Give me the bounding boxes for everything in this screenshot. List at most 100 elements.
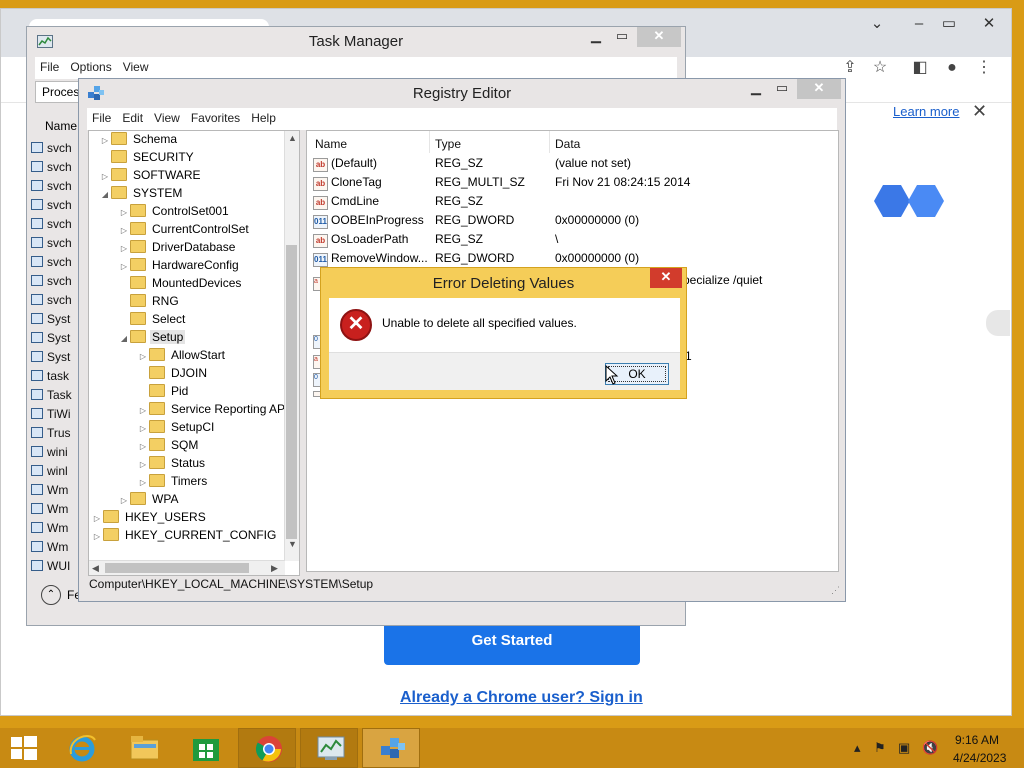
taskbar-internet-explorer[interactable]: [52, 728, 110, 768]
task-manager-titlebar[interactable]: Task Manager ▁ ▭ ✕: [27, 27, 685, 57]
column-header-type[interactable]: Type: [435, 137, 461, 151]
column-header-name[interactable]: Name: [315, 137, 347, 151]
learn-more-link[interactable]: Learn more: [893, 104, 959, 119]
registry-key-tree[interactable]: ▷ Schema SECURITY ▷ SOFTWARE ◢ SYSTEM ▷ ControlS…: [88, 130, 300, 576]
banner-close-icon[interactable]: ✕: [972, 101, 987, 122]
value-row[interactable]: ab OsLoaderPath REG_SZ \: [313, 232, 838, 251]
error-dialog-titlebar[interactable]: Error Deleting Values ✕: [321, 268, 686, 298]
expand-arrow-icon[interactable]: ▷: [137, 442, 149, 451]
process-row[interactable]: svch: [31, 160, 75, 178]
tree-node-schema[interactable]: ▷ Schema: [99, 132, 179, 150]
tree-horizontal-scrollbar[interactable]: ◀ ▶: [89, 560, 285, 575]
side-panel-icon[interactable]: ◧: [908, 56, 932, 80]
tree-hscroll-thumb[interactable]: [105, 563, 249, 573]
taskbar-store[interactable]: [176, 728, 234, 768]
tree-node-rng[interactable]: RNG: [118, 294, 181, 312]
volume-muted-icon[interactable]: 🔇: [922, 740, 938, 756]
tree-node-pid[interactable]: Pid: [137, 384, 190, 402]
process-row[interactable]: Wm: [31, 502, 75, 520]
expand-arrow-icon[interactable]: ▷: [91, 532, 103, 541]
tree-node-service-reporting-api[interactable]: ▷ Service Reporting API: [137, 402, 290, 420]
process-row[interactable]: Task: [31, 388, 75, 406]
fewer-details-icon[interactable]: ⌃: [41, 585, 61, 605]
tree-node-hardwareconfig[interactable]: ▷ HardwareConfig: [118, 258, 241, 276]
tree-node-controlset001[interactable]: ▷ ControlSet001: [118, 204, 231, 222]
expand-arrow-icon[interactable]: ▷: [118, 496, 130, 505]
menu-view[interactable]: View: [118, 57, 155, 74]
expand-arrow-icon[interactable]: ▷: [118, 208, 130, 217]
menu-help[interactable]: Help: [246, 108, 282, 125]
column-divider[interactable]: [429, 131, 430, 153]
menu-favorites[interactable]: Favorites: [186, 108, 246, 125]
process-row[interactable]: Wm: [31, 483, 75, 501]
process-row[interactable]: Trus: [31, 426, 75, 444]
tree-node-mounteddevices[interactable]: MountedDevices: [118, 276, 243, 294]
tree-node-setup[interactable]: ◢ Setup: [118, 330, 186, 348]
menu-file[interactable]: File: [87, 108, 117, 125]
tree-node-driverdatabase[interactable]: ▷ DriverDatabase: [118, 240, 237, 258]
network-icon[interactable]: ▣: [898, 740, 910, 756]
value-row[interactable]: ab CmdLine REG_SZ: [313, 194, 838, 213]
action-center-flag-icon[interactable]: ⚑: [874, 740, 886, 756]
registry-editor-titlebar[interactable]: Registry Editor ▁ ▭ ✕: [79, 79, 845, 109]
process-row[interactable]: svch: [31, 141, 75, 159]
expand-arrow-icon[interactable]: ▷: [137, 406, 149, 415]
chrome-menu-icon[interactable]: ⋮: [972, 56, 996, 80]
profile-avatar-icon[interactable]: ●: [940, 56, 964, 80]
close-icon[interactable]: ✕: [797, 79, 841, 99]
tree-node-djoin[interactable]: DJOIN: [137, 366, 209, 384]
expand-arrow-icon[interactable]: ▷: [137, 424, 149, 433]
expand-arrow-icon[interactable]: ▷: [118, 262, 130, 271]
tree-node-hkey-users[interactable]: ▷ HKEY_USERS: [91, 510, 208, 528]
expand-arrow-icon[interactable]: ◢: [99, 190, 111, 199]
expand-arrow-icon[interactable]: ◢: [118, 334, 130, 343]
expand-arrow-icon[interactable]: ▷: [99, 136, 111, 145]
bookmark-star-icon[interactable]: ☆: [868, 56, 892, 80]
tree-node-currentcontrolset[interactable]: ▷ CurrentControlSet: [118, 222, 251, 240]
clock-time[interactable]: 9:16 AM: [955, 733, 999, 747]
value-row[interactable]: 011 OOBEInProgress REG_DWORD 0x00000000 (0): [313, 213, 838, 232]
column-header-name[interactable]: Name: [45, 119, 77, 133]
process-row[interactable]: wini: [31, 445, 75, 463]
scroll-down-icon[interactable]: ▼: [288, 539, 297, 549]
value-row[interactable]: ab (Default) REG_SZ (value not set): [313, 156, 838, 175]
scroll-left-icon[interactable]: ◀: [92, 563, 99, 574]
process-row[interactable]: svch: [31, 217, 75, 235]
minimize-icon[interactable]: ▁: [743, 79, 769, 99]
process-row[interactable]: Wm: [31, 521, 75, 539]
tree-node-wpa[interactable]: ▷ WPA: [118, 492, 180, 510]
scroll-up-icon[interactable]: ▲: [288, 133, 297, 143]
menu-file[interactable]: File: [35, 57, 65, 74]
tree-node-security[interactable]: SECURITY: [99, 150, 196, 168]
process-row[interactable]: svch: [31, 236, 75, 254]
process-row[interactable]: Syst: [31, 350, 75, 368]
process-row[interactable]: winl: [31, 464, 75, 482]
close-icon[interactable]: ✕: [637, 27, 681, 47]
process-row[interactable]: Wm: [31, 540, 75, 558]
close-icon[interactable]: ✕: [650, 268, 682, 288]
tree-vertical-scrollbar[interactable]: ▲ ▼: [284, 131, 299, 561]
maximize-icon[interactable]: ▭: [609, 27, 635, 47]
start-button[interactable]: [0, 728, 48, 768]
tree-node-hkey-current-config[interactable]: ▷ HKEY_CURRENT_CONFIG: [91, 528, 278, 546]
taskbar-registry-editor[interactable]: [362, 728, 420, 768]
scroll-right-icon[interactable]: ▶: [271, 563, 278, 574]
expand-arrow-icon[interactable]: ▷: [137, 460, 149, 469]
maximize-icon[interactable]: ▭: [769, 79, 795, 99]
tree-node-setupci[interactable]: ▷ SetupCI: [137, 420, 216, 438]
tree-node-allowstart[interactable]: ▷ AllowStart: [137, 348, 227, 366]
tree-node-timers[interactable]: ▷ Timers: [137, 474, 209, 492]
value-row[interactable]: ab CloneTag REG_MULTI_SZ Fri Nov 21 08:24:1…: [313, 175, 838, 194]
process-row[interactable]: WUI: [31, 559, 75, 577]
process-row[interactable]: svch: [31, 255, 75, 273]
minimize-icon[interactable]: ▁: [583, 27, 609, 47]
sign-in-link[interactable]: Already a Chrome user? Sign in: [400, 689, 643, 707]
maximize-icon[interactable]: ▭: [927, 11, 971, 37]
clock-date[interactable]: 4/24/2023: [953, 751, 1006, 765]
menu-view[interactable]: View: [149, 108, 186, 125]
close-icon[interactable]: ✕: [967, 11, 1011, 37]
column-header-data[interactable]: Data: [555, 137, 580, 151]
show-hidden-icons-icon[interactable]: ▴: [854, 740, 861, 756]
process-row[interactable]: task: [31, 369, 75, 387]
expand-arrow-icon[interactable]: ▷: [137, 352, 149, 361]
